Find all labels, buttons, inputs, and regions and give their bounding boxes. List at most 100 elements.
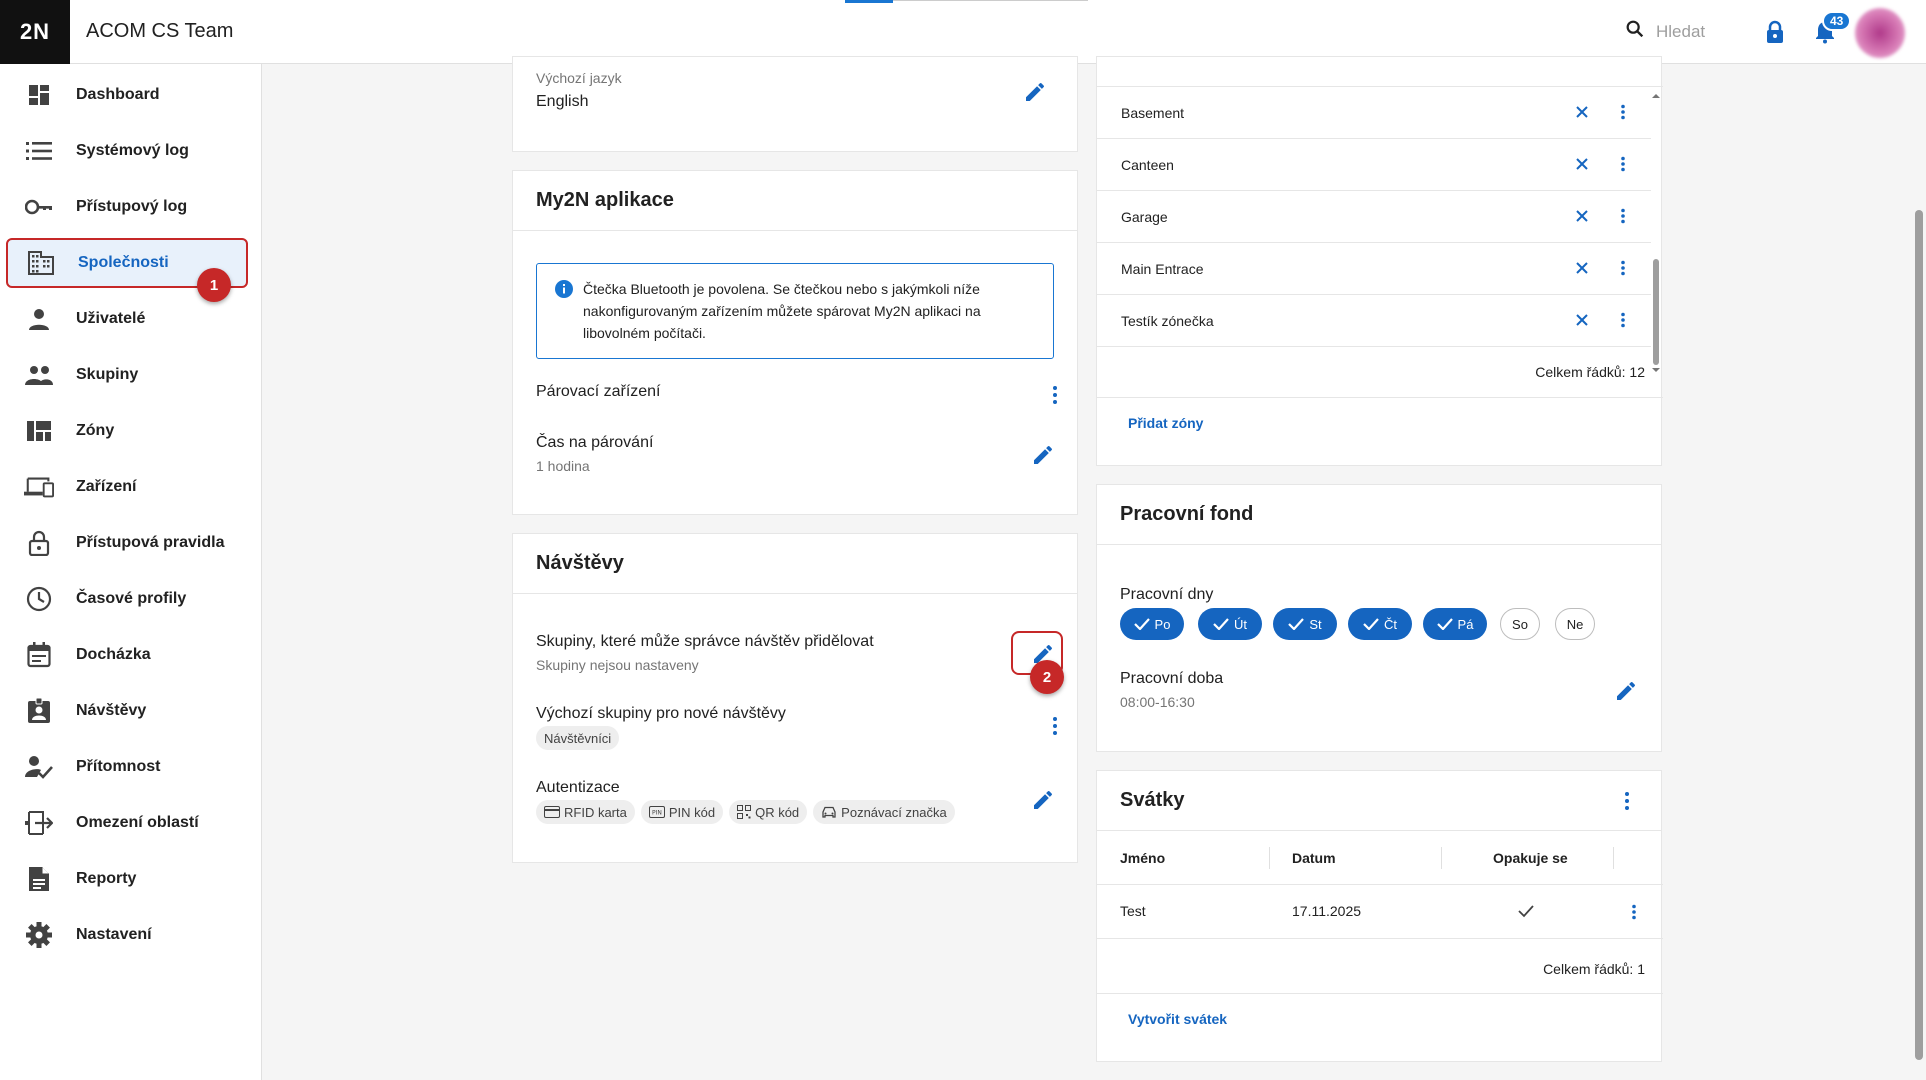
auth-chip-qr: QR kód: [729, 800, 808, 824]
sidebar-item-15[interactable]: Reporty: [6, 854, 248, 904]
sidebar-item-3[interactable]: Přístupový log: [6, 182, 248, 232]
zones-scrollbar[interactable]: [1651, 91, 1661, 391]
col-header-name[interactable]: Jméno: [1120, 831, 1165, 885]
more-vert-icon[interactable]: [1624, 900, 1644, 924]
col-header-date[interactable]: Datum: [1292, 831, 1336, 885]
step-marker-2: 2: [1030, 660, 1064, 694]
zone-name: Testík zónečka: [1121, 312, 1214, 329]
sidebar-item-8[interactable]: Zařízení: [6, 462, 248, 512]
sidebar-item-label: Skupiny: [76, 366, 139, 383]
zones-total: Celkem řádků: 12: [1535, 364, 1645, 380]
table-row[interactable]: Garage: [1097, 191, 1651, 243]
sidebar-item-11[interactable]: Docházka: [6, 630, 248, 680]
sidebar-item-1[interactable]: Dashboard: [6, 70, 248, 120]
key-icon: [24, 192, 54, 222]
day-toggle-7[interactable]: Ne: [1555, 608, 1595, 640]
edit-pencil-icon[interactable]: [1614, 679, 1638, 703]
sidebar-item-10[interactable]: Časové profily: [6, 574, 248, 624]
sidebar-item-label: Návštěvy: [76, 702, 147, 719]
zone-name: Garage: [1121, 208, 1168, 225]
qr-icon: [737, 805, 752, 819]
search-box[interactable]: Hledat: [1624, 18, 1705, 45]
default-groups-label: Výchozí skupiny pro nové návštěvy: [536, 705, 786, 722]
language-card: Výchozí jazyk English: [512, 56, 1078, 152]
table-row[interactable]: Test 17.11.2025: [1097, 885, 1663, 939]
dashboard-icon: [24, 80, 54, 110]
remove-icon[interactable]: [1575, 313, 1589, 332]
table-row[interactable]: Canteen: [1097, 139, 1651, 191]
building-icon: [26, 248, 56, 278]
page-scrollbar-thumb[interactable]: [1915, 210, 1923, 1060]
sidebar-item-12[interactable]: Návštěvy: [6, 686, 248, 736]
table-row[interactable]: Basement: [1097, 87, 1651, 139]
more-vert-icon[interactable]: [1620, 312, 1626, 333]
zone-name: Basement: [1121, 104, 1185, 121]
day-toggle-4[interactable]: Čt: [1348, 608, 1412, 640]
day-toggle-5[interactable]: Pá: [1423, 608, 1487, 640]
edit-pencil-icon[interactable]: [1023, 80, 1047, 104]
check-icon: [1288, 618, 1305, 630]
day-toggle-2[interactable]: Út: [1198, 608, 1262, 640]
sidebar-item-14[interactable]: Omezení oblastí: [6, 798, 248, 848]
sidebar-item-9[interactable]: Přístupová pravidla: [6, 518, 248, 568]
zone-name: Main Entrace: [1121, 260, 1204, 277]
my2n-card: My2N aplikace Čtečka Bluetooth je povole…: [512, 170, 1078, 515]
calendar-icon: [24, 640, 54, 670]
notification-badge: 43: [1822, 11, 1852, 31]
person-icon: [24, 304, 54, 334]
add-zones-link[interactable]: Přidat zóny: [1128, 415, 1203, 431]
app-logo[interactable]: 2N: [0, 0, 70, 64]
sidebar-item-label: Uživatelé: [76, 310, 146, 327]
more-vert-icon[interactable]: [1045, 714, 1065, 738]
step-marker-1: 1: [197, 268, 231, 302]
remove-icon[interactable]: [1575, 209, 1589, 228]
card-icon: [544, 806, 560, 818]
check-icon: [1213, 618, 1229, 630]
col-header-repeats[interactable]: Opakuje se: [1493, 831, 1568, 885]
more-vert-icon[interactable]: [1045, 383, 1065, 407]
group-icon: [24, 360, 54, 390]
remove-icon[interactable]: [1575, 105, 1589, 124]
sidebar-item-7[interactable]: Zóny: [6, 406, 248, 456]
area-restriction-icon: [24, 808, 54, 838]
auth-chip-plate: Poznávací značka: [813, 800, 955, 824]
holiday-name: Test: [1120, 903, 1146, 919]
sidebar-item-label: Společnosti: [78, 254, 169, 271]
visits-card: Návštěvy Skupiny, které může správce náv…: [512, 533, 1078, 863]
create-holiday-link[interactable]: Vytvořit svátek: [1128, 1011, 1227, 1027]
sidebar-item-label: Systémový log: [76, 142, 189, 159]
table-row[interactable]: Main Entrace: [1097, 243, 1651, 295]
lock-icon: [24, 528, 54, 558]
more-vert-icon[interactable]: [1620, 208, 1626, 229]
sidebar-item-6[interactable]: Skupiny: [6, 350, 248, 400]
day-toggle-6[interactable]: So: [1500, 608, 1540, 640]
search-icon[interactable]: [1624, 18, 1646, 45]
more-vert-icon[interactable]: [1620, 104, 1626, 125]
sidebar-item-label: Zóny: [76, 422, 115, 439]
day-toggle-1[interactable]: Po: [1120, 608, 1184, 640]
table-row[interactable]: Testík zónečka: [1097, 295, 1651, 347]
sidebar-item-16[interactable]: Nastavení: [6, 910, 248, 960]
more-vert-icon[interactable]: [1620, 260, 1626, 281]
devices-icon: [24, 472, 54, 502]
sidebar-item-13[interactable]: Přítomnost: [6, 742, 248, 792]
search-placeholder[interactable]: Hledat: [1656, 22, 1705, 42]
day-toggle-3[interactable]: St: [1273, 608, 1337, 640]
edit-pencil-icon[interactable]: [1031, 443, 1055, 467]
sidebar-item-label: Zařízení: [76, 478, 137, 495]
pairing-device-label: Párovací zařízení: [536, 383, 661, 400]
sidebar-item-label: Nastavení: [76, 926, 152, 943]
avatar[interactable]: [1855, 8, 1905, 58]
edit-pencil-icon[interactable]: [1031, 788, 1055, 812]
lock-icon[interactable]: [1764, 20, 1786, 49]
auth-chip-rfid: RFID karta: [536, 800, 635, 824]
gear-icon: [24, 920, 54, 950]
card-title: Návštěvy: [513, 534, 1077, 594]
sidebar-item-2[interactable]: Systémový log: [6, 126, 248, 176]
holidays-total: Celkem řádků: 1: [1543, 961, 1645, 977]
remove-icon[interactable]: [1575, 261, 1589, 280]
svg-text:PIN: PIN: [652, 810, 662, 817]
more-vert-icon[interactable]: [1620, 156, 1626, 177]
remove-icon[interactable]: [1575, 157, 1589, 176]
more-vert-icon[interactable]: [1617, 789, 1637, 813]
